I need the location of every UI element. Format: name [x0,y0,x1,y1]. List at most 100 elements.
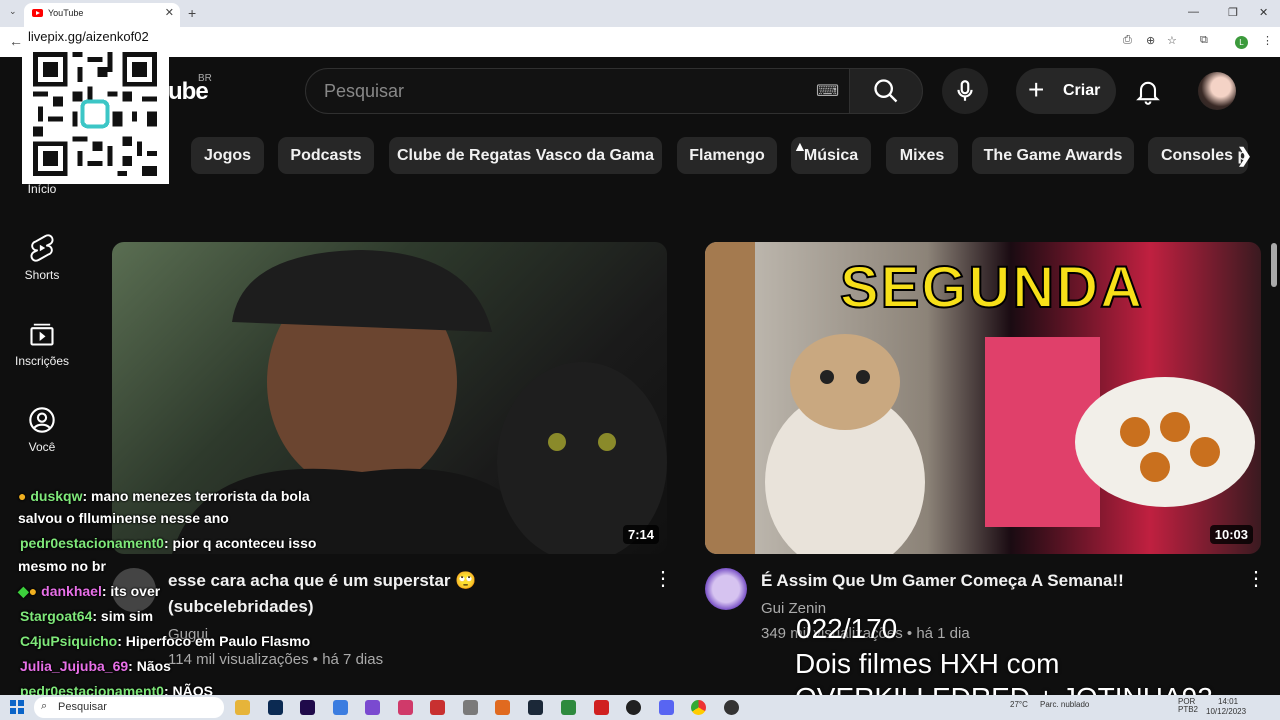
sidebar-item-you[interactable]: Você [0,406,84,454]
extensions-icon[interactable]: ⧉ [1200,34,1208,47]
browser-profile-avatar[interactable]: L [1235,36,1248,49]
badge-icon: ● [18,488,31,504]
clock-time[interactable]: 14:01 [1218,697,1238,706]
shorts-icon [30,234,54,262]
search-button[interactable] [849,68,923,114]
input-language[interactable]: POR PTB2 [1178,698,1208,714]
app-icon[interactable] [398,700,413,715]
restore-button[interactable]: ❐ [1228,6,1238,19]
plus-icon: + [1028,74,1045,105]
app-icon[interactable] [365,700,380,715]
mouse-cursor-icon: ▲ [793,138,807,154]
sidebar-item-label: Inscrições [14,354,70,368]
weather-temp[interactable]: 27°C [1010,700,1028,709]
video-title-2[interactable]: É Assim Que Um Gamer Começa A Semana!! [761,568,1124,594]
video-duration: 10:03 [1209,525,1253,544]
sidebar-item-subscriptions[interactable]: Inscrições [0,320,84,368]
steam-icon[interactable] [528,700,543,715]
badge-icon: ◆ [18,583,29,599]
account-avatar[interactable] [1198,72,1236,110]
create-button[interactable]: + Criar [1016,68,1116,114]
chip-vasco[interactable]: Clube de Regatas Vasco da Gama [389,137,662,174]
youtube-favicon-icon [32,9,43,17]
clock-date[interactable]: 10/12/2023 [1206,707,1246,716]
app-icon[interactable] [561,700,576,715]
qr-url-text: livepix.gg/aizenkof02 [28,29,149,44]
keyboard-icon[interactable]: ⌨ [816,81,839,101]
bookmark-star-icon[interactable]: ☆ [1167,34,1177,47]
premiere-icon[interactable] [300,700,315,715]
channel-avatar[interactable] [705,568,747,610]
weather-desc[interactable]: Parc. nublado [1040,700,1089,709]
chat-message: C4juPsiquicho: Hiperfoco em Paulo Flasmo [20,633,311,649]
video-title-1-line2[interactable]: (subcelebridades) [168,594,314,620]
chat-message: salvou o flluminense nesse ano [18,510,229,526]
acrobat-icon[interactable] [594,700,609,715]
notifications-bell-icon[interactable] [1134,77,1162,105]
obs-icon[interactable] [626,700,641,715]
video-duration: 7:14 [622,525,659,544]
search-icon: ⌕ [41,700,48,712]
app-icon[interactable] [430,700,445,715]
tab-close-icon[interactable]: ✕ [165,6,174,19]
photoshop-icon[interactable] [268,700,283,715]
app-icon[interactable] [495,700,510,715]
browser-menu-icon[interactable]: ⋮ [1262,34,1273,47]
chip-game-awards[interactable]: The Game Awards [972,137,1134,174]
qr-code-icon [33,52,157,176]
chat-message: ● duskqw: mano menezes terrorista da bol… [18,488,310,504]
app-icon[interactable] [724,700,739,715]
you-icon [29,407,55,433]
taskbar-search[interactable]: ⌕ Pesquisar [34,697,224,718]
subscriptions-icon [30,323,54,346]
chat-message: Julia_Jujuba_69: Nãos [20,658,171,674]
chip-podcasts[interactable]: Podcasts [278,137,374,174]
tab-youtube[interactable]: YouTube ✕ [24,3,180,27]
microphone-icon [957,80,973,101]
sidebar-item-label: Início [27,182,57,196]
app-icon[interactable] [333,700,348,715]
stream-goal-line1: Dois filmes HXH com [795,648,1060,679]
video-menu-icon[interactable]: ⋮ [653,569,673,589]
install-app-icon[interactable]: ⎙ [1123,34,1132,47]
page-scrollbar[interactable] [1271,243,1277,287]
sidebar-item-label: Shorts [24,268,60,282]
chip-consoles[interactable]: Consoles p [1148,137,1248,174]
chip-flamengo[interactable]: Flamengo [677,137,777,174]
logo-region-badge: BR [198,73,212,84]
sidebar-item-label: Você [28,440,56,454]
discord-icon[interactable] [659,700,674,715]
windows-start-icon[interactable] [10,700,24,714]
video-meta-1: 114 mil visualizações • há 7 dias [168,651,384,668]
browser-tab-strip: ⌄ YouTube ✕ + — ❐ ✕ [0,0,1280,27]
video-thumbnail-1[interactable]: 7:14 [112,242,667,554]
chat-message: mesmo no br [18,558,106,574]
video-title-1-line1[interactable]: esse cara acha que é um superstar 🙄 [168,568,476,594]
new-tab-button[interactable]: + [188,5,196,21]
tab-search-button[interactable]: ⌄ [9,6,17,17]
sidebar-item-home[interactable]: Início [0,182,84,196]
voice-search-button[interactable] [942,68,988,114]
chat-message: ◆● dankhael: its over [18,583,161,599]
windows-taskbar: ⌕ Pesquisar 27°C Parc. nublado POR PTB2 … [0,695,1280,720]
chip-mixes[interactable]: Mixes [886,137,958,174]
back-button[interactable]: ← [9,33,23,49]
badge-icon: ● [28,583,42,599]
app-icon[interactable] [463,700,478,715]
chrome-icon[interactable] [691,700,706,715]
zoom-icon[interactable]: ⊕ [1146,34,1155,47]
search-input[interactable]: Pesquisar [324,81,404,102]
video-menu-icon[interactable]: ⋮ [1246,569,1266,589]
stream-counter: 022/170 [796,613,898,644]
file-explorer-icon[interactable] [235,700,250,715]
chip-jogos[interactable]: Jogos [191,137,264,174]
close-window-button[interactable]: ✕ [1259,6,1268,19]
minimize-button[interactable]: — [1188,6,1199,18]
chevron-right-icon[interactable]: ❯ [1236,143,1253,168]
address-bar: ← ⎙ ⊕ ☆ ⧉ ⋮ [0,27,1280,57]
sidebar-item-shorts[interactable]: Shorts [0,234,84,282]
video-thumbnail-2[interactable]: SEGUNDA 10:03 [705,242,1261,554]
search-box[interactable]: Pesquisar ⌨ [305,68,850,114]
chat-message: Stargoat64: sim sim [20,608,154,624]
thumbnail-text: SEGUNDA [839,254,1145,321]
